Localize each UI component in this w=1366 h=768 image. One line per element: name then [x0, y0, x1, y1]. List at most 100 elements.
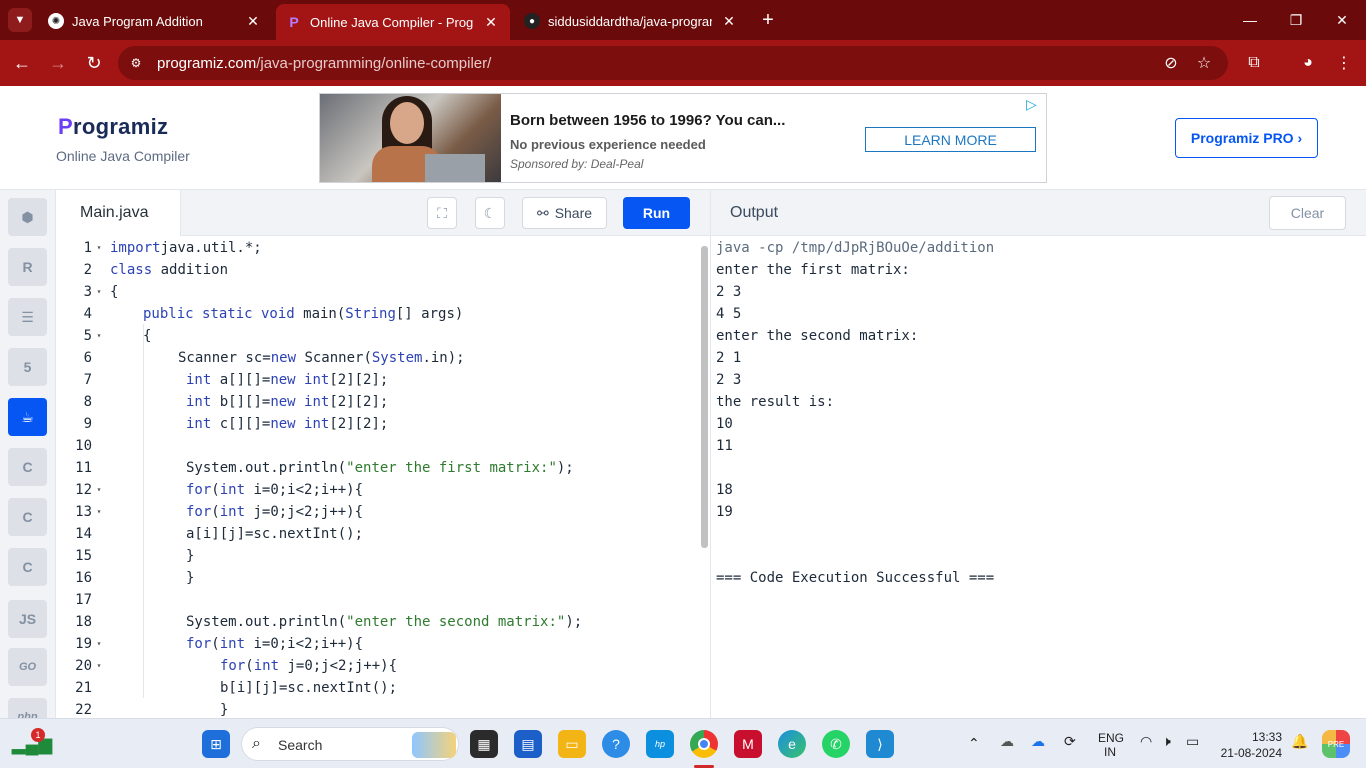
- fold-chevron-icon[interactable]: ▾: [94, 237, 104, 259]
- cloud-error-icon[interactable]: ☁: [1000, 733, 1014, 750]
- code-line[interactable]: 3 ▾ {: [56, 281, 696, 303]
- wifi-icon[interactable]: ◠: [1140, 733, 1152, 750]
- file-manager-icon[interactable]: ▦: [470, 730, 498, 758]
- minimize-icon[interactable]: —: [1236, 8, 1264, 32]
- cpp-icon[interactable]: C: [8, 498, 47, 536]
- tab-online-java-compiler[interactable]: P Online Java Compiler - Program ✕: [276, 4, 510, 40]
- vscode-icon[interactable]: ⟩: [866, 730, 894, 758]
- whatsapp-icon[interactable]: ✆: [822, 730, 850, 758]
- forward-arrow-icon[interactable]: →: [46, 51, 70, 75]
- fold-chevron-icon[interactable]: ▾: [94, 633, 104, 655]
- back-arrow-icon[interactable]: ←: [10, 51, 34, 75]
- copilot-icon[interactable]: ?: [602, 730, 630, 758]
- tab-github-repo[interactable]: ● siddusiddardtha/java-programm ✕: [514, 6, 748, 36]
- code-line[interactable]: 4 public static void main(String[] args): [56, 303, 696, 325]
- clear-button[interactable]: Clear: [1269, 196, 1346, 230]
- close-icon[interactable]: ✕: [482, 14, 500, 31]
- php-icon[interactable]: php: [8, 698, 47, 718]
- fold-chevron-icon[interactable]: ▾: [94, 479, 104, 501]
- folder-icon[interactable]: ▭: [558, 730, 586, 758]
- chrome-icon[interactable]: [690, 730, 718, 758]
- close-icon[interactable]: ✕: [244, 13, 262, 30]
- reload-icon[interactable]: ↻: [82, 51, 106, 75]
- sql-icon[interactable]: ☰: [8, 298, 47, 336]
- output-console[interactable]: java -cp /tmp/dJpRjBOuOe/addition enter t…: [710, 236, 1366, 718]
- programiz-pro-button[interactable]: Programiz PRO ›: [1175, 118, 1318, 158]
- code-line[interactable]: 9 int c[][]=new int[2][2];: [56, 413, 696, 435]
- c-icon[interactable]: C: [8, 448, 47, 486]
- code-line[interactable]: 15}: [56, 545, 696, 567]
- code-line[interactable]: 20 ▾ for(int j=0;j<2;j++){: [56, 655, 696, 677]
- r-icon[interactable]: R: [8, 248, 47, 286]
- csharp-icon[interactable]: C: [8, 548, 47, 586]
- fold-chevron-icon[interactable]: ▾: [94, 281, 104, 303]
- tab-java-program-addition[interactable]: ✺ Java Program Addition ✕: [38, 6, 272, 36]
- url-text[interactable]: programiz.com/java-programming/online-co…: [157, 55, 491, 72]
- go-icon[interactable]: GO: [8, 648, 47, 686]
- close-icon[interactable]: ✕: [720, 13, 738, 30]
- python-icon[interactable]: ⬢: [8, 198, 47, 236]
- site-settings-icon[interactable]: ⚙: [126, 53, 146, 73]
- fullscreen-icon[interactable]: ⛶: [427, 197, 457, 229]
- fold-chevron-icon[interactable]: ▾: [94, 655, 104, 677]
- editor-scrollbar[interactable]: [701, 246, 708, 548]
- speaker-muted-icon[interactable]: 🕨: [1162, 733, 1171, 750]
- html5-icon[interactable]: 5: [8, 348, 47, 386]
- bookmark-star-icon[interactable]: ☆: [1192, 51, 1216, 75]
- run-button[interactable]: Run: [623, 197, 690, 229]
- tab-search-chevron-icon[interactable]: ▼: [8, 8, 32, 32]
- dark-mode-moon-icon[interactable]: ☾: [475, 197, 505, 229]
- code-line[interactable]: 6 Scanner sc=new Scanner(System.in);: [56, 347, 696, 369]
- code-line[interactable]: 19 ▾ for(int i=0;i<2;i++){: [56, 633, 696, 655]
- programiz-logo[interactable]: Programiz: [58, 114, 168, 140]
- advertisement-banner[interactable]: Born between 1956 to 1996? You can... No…: [319, 93, 1047, 183]
- code-editor[interactable]: 1 ▾ importjava.util.*; 2 class addition 3 ▾{4 p…: [56, 236, 710, 718]
- edge-icon[interactable]: e: [778, 730, 806, 758]
- tray-chevron-icon[interactable]: ⌃: [968, 735, 980, 752]
- code-line[interactable]: 16}: [56, 567, 696, 589]
- code-line[interactable]: 13 ▾ for(int j=0;j<2;j++){: [56, 501, 696, 523]
- sync-icon[interactable]: ⟳: [1064, 733, 1076, 750]
- code-line[interactable]: 17: [56, 589, 696, 611]
- code-line[interactable]: 5 ▾ {: [56, 325, 696, 347]
- profile-avatar-icon[interactable]: ◕: [1296, 51, 1320, 75]
- restore-icon[interactable]: ❐: [1282, 8, 1310, 32]
- hp-icon[interactable]: hp: [646, 730, 674, 758]
- copilot-pre-icon[interactable]: PRE: [1322, 730, 1350, 758]
- notification-bell-icon[interactable]: 🔔: [1291, 733, 1308, 750]
- js-icon[interactable]: JS: [8, 600, 47, 638]
- file-tab-main-java[interactable]: Main.java: [56, 190, 181, 236]
- code-line[interactable]: 22}: [56, 699, 696, 718]
- fold-chevron-icon[interactable]: ▾: [94, 325, 104, 347]
- store-icon[interactable]: ▤: [514, 730, 542, 758]
- code-line[interactable]: 8 int b[][]=new int[2][2];: [56, 391, 696, 413]
- code-line[interactable]: 10: [56, 435, 696, 457]
- ad-headline[interactable]: Born between 1956 to 1996? You can...: [510, 112, 785, 129]
- code-line[interactable]: 1 ▾ importjava.util.*;: [56, 237, 696, 259]
- code-line[interactable]: 21 b[i][j]=sc.nextInt();: [56, 677, 696, 699]
- mcafee-icon[interactable]: M: [734, 730, 762, 758]
- code-line[interactable]: 14 a[i][j]=sc.nextInt();: [56, 523, 696, 545]
- eye-off-icon[interactable]: ⊘: [1159, 51, 1183, 75]
- battery-icon[interactable]: ▭: [1186, 733, 1199, 750]
- code-line[interactable]: 12 ▾ for(int i=0;i<2;i++){: [56, 479, 696, 501]
- browser-menu-icon[interactable]: ⋮: [1332, 51, 1356, 75]
- code-line[interactable]: 2 class addition: [56, 259, 696, 281]
- ad-image[interactable]: [320, 94, 501, 182]
- fold-chevron-icon[interactable]: ▾: [94, 501, 104, 523]
- onedrive-icon[interactable]: ☁: [1031, 733, 1045, 750]
- ad-learn-more-button[interactable]: LEARN MORE: [865, 127, 1036, 152]
- address-bar[interactable]: ⚙ programiz.com/java-programming/online-…: [118, 46, 1228, 80]
- windows-start-icon[interactable]: ⊞: [202, 730, 230, 758]
- taskbar-search[interactable]: ⌕ Search: [241, 727, 459, 761]
- code-line[interactable]: 7 int a[][]=new int[2][2];: [56, 369, 696, 391]
- clock[interactable]: 13:33 21-08-2024: [1218, 729, 1282, 761]
- extensions-puzzle-icon[interactable]: ⧉: [1242, 51, 1266, 75]
- code-line[interactable]: 11 System.out.println("enter the first ma…: [56, 457, 696, 479]
- java-icon[interactable]: ☕: [8, 398, 47, 436]
- new-tab-plus-icon[interactable]: +: [756, 8, 780, 32]
- input-language[interactable]: ENG IN: [1098, 731, 1124, 759]
- code-line[interactable]: 18 System.out.println("enter the second m…: [56, 611, 696, 633]
- share-button[interactable]: ⚯ Share: [522, 197, 607, 229]
- window-close-icon[interactable]: ✕: [1328, 8, 1356, 32]
